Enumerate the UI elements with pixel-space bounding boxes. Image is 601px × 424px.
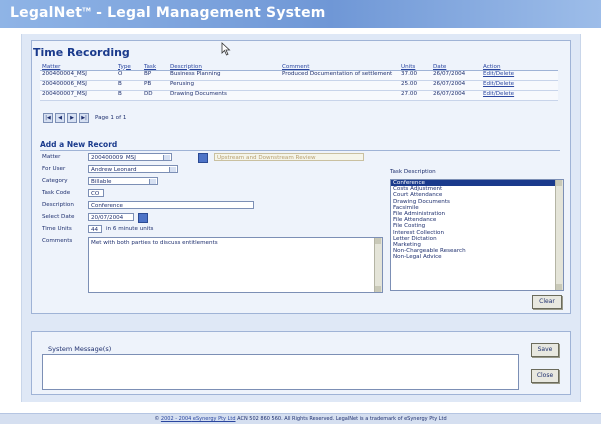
list-item[interactable]: Non-Legal Advice	[391, 254, 563, 260]
table-row: 200400007_MSJ B DD Drawing Documents 27.…	[40, 90, 558, 101]
copyright-text: ACN 502 860 560. All Rights Reserved. Le…	[235, 416, 447, 422]
task-description-list[interactable]: Conference Costs Adjustment Court Attend…	[390, 179, 564, 291]
edit-delete-link[interactable]: Edit/Delete	[481, 70, 558, 81]
col-task-header[interactable]: Task	[142, 63, 168, 71]
category-label: Category	[42, 178, 68, 184]
cell-date: 26/07/2004	[431, 80, 481, 91]
cell-type: O	[116, 70, 142, 81]
cell-comment	[280, 90, 399, 101]
save-button[interactable]: Save	[531, 343, 559, 357]
add-record-title: Add a New Record	[40, 140, 118, 149]
footer: © 2002 - 2004 eSynergy Pty Ltd ACN 502 8…	[0, 413, 601, 424]
first-page-button[interactable]: |◀	[43, 113, 53, 123]
app-title: LegalNetTM - Legal Management System	[10, 5, 326, 21]
cell-task: DD	[142, 90, 168, 101]
prev-page-button[interactable]: ◀	[55, 113, 65, 123]
cell-comment	[280, 80, 399, 91]
page-title: Time Recording	[33, 46, 130, 59]
description-field[interactable]: Conference	[88, 201, 254, 209]
units-label: Time Units	[42, 226, 72, 232]
task-code-label: Task Code	[42, 190, 71, 196]
description-label: Description	[42, 202, 74, 208]
comments-text: Met with both parties to discuss entitle…	[91, 240, 218, 246]
last-page-button[interactable]: ▶|	[79, 113, 89, 123]
app-title-rest: - Legal Management System	[91, 5, 326, 21]
cell-task: BP	[142, 70, 168, 81]
task-description-label: Task Description	[390, 169, 436, 175]
cell-date: 26/07/2004	[431, 90, 481, 101]
cell-units: 27.00	[399, 90, 431, 101]
divider	[40, 150, 560, 151]
cell-date: 26/07/2004	[431, 70, 481, 81]
system-messages-box	[42, 354, 519, 390]
edit-delete-link[interactable]: Edit/Delete	[481, 80, 558, 91]
calendar-icon[interactable]	[138, 213, 148, 223]
comments-scrollbar[interactable]	[374, 238, 382, 292]
col-comment-header[interactable]: Comment	[280, 63, 399, 71]
date-label: Select Date	[42, 214, 75, 220]
col-action-header: Action	[481, 63, 558, 71]
cell-description: Perusing	[168, 80, 280, 91]
app-title-main: LegalNet	[10, 5, 83, 21]
matter-label: Matter	[42, 154, 61, 160]
matter-select[interactable]: 200400009_MSJ	[88, 153, 172, 161]
cell-task: PB	[142, 80, 168, 91]
table-header-row: Matter Type Task Description Comment Uni…	[40, 63, 558, 71]
system-messages-label: System Message(s)	[48, 345, 112, 353]
comments-label: Comments	[42, 238, 73, 244]
table-row: 200400006_MSJ B PB Perusing 25.00 26/07/…	[40, 80, 558, 91]
cell-description: Drawing Documents	[168, 90, 280, 101]
copyright-years-link[interactable]: 2002 - 2004	[161, 416, 191, 422]
table-row: 200400004_MSJ O BP Business Planning Pro…	[40, 70, 558, 81]
task-code-field[interactable]: CO	[88, 189, 104, 197]
pagination: |◀ ◀ ▶ ▶| Page 1 of 1	[43, 113, 126, 123]
col-type-header[interactable]: Type	[116, 63, 142, 71]
cell-description: Business Planning	[168, 70, 280, 81]
next-page-button[interactable]: ▶	[67, 113, 77, 123]
col-units-header[interactable]: Units	[399, 63, 431, 71]
col-description-header[interactable]: Description	[168, 63, 280, 71]
close-button[interactable]: Close	[531, 369, 559, 383]
mouse-cursor-icon	[221, 42, 231, 56]
task-list-scrollbar[interactable]	[555, 180, 563, 290]
time-records-table: Matter Type Task Description Comment Uni…	[40, 63, 558, 101]
cell-matter: 200400007_MSJ	[40, 90, 116, 101]
cell-matter: 200400006_MSJ	[40, 80, 116, 91]
units-hint: in 6 minute units	[106, 226, 154, 232]
matter-description-field: Upstream and Downstream Review	[214, 153, 364, 161]
company-link[interactable]: eSynergy Pty Ltd	[191, 416, 236, 422]
user-select[interactable]: Andrew Leonard	[88, 165, 178, 173]
cell-matter: 200400004_MSJ	[40, 70, 116, 81]
date-field[interactable]: 20/07/2004	[88, 213, 134, 221]
cell-units: 25.00	[399, 80, 431, 91]
clear-button[interactable]: Clear	[532, 295, 562, 309]
col-matter-header[interactable]: Matter	[40, 63, 116, 71]
cell-units: 37.00	[399, 70, 431, 81]
time-units-field[interactable]: 44	[88, 225, 102, 233]
comments-textarea[interactable]: Met with both parties to discuss entitle…	[88, 237, 383, 293]
page-indicator: Page 1 of 1	[95, 115, 127, 121]
cell-type: B	[116, 80, 142, 91]
user-label: For User	[42, 166, 66, 172]
copyright-symbol: ©	[154, 416, 161, 422]
trademark-mark: TM	[82, 7, 91, 14]
edit-delete-link[interactable]: Edit/Delete	[481, 90, 558, 101]
cell-type: B	[116, 90, 142, 101]
cell-comment: Produced Documentation of settlement	[280, 70, 399, 81]
col-date-header[interactable]: Date	[431, 63, 481, 71]
matter-lookup-button[interactable]	[198, 153, 208, 163]
app-banner: LegalNetTM - Legal Management System	[0, 0, 601, 28]
category-select[interactable]: Billable	[88, 177, 158, 185]
